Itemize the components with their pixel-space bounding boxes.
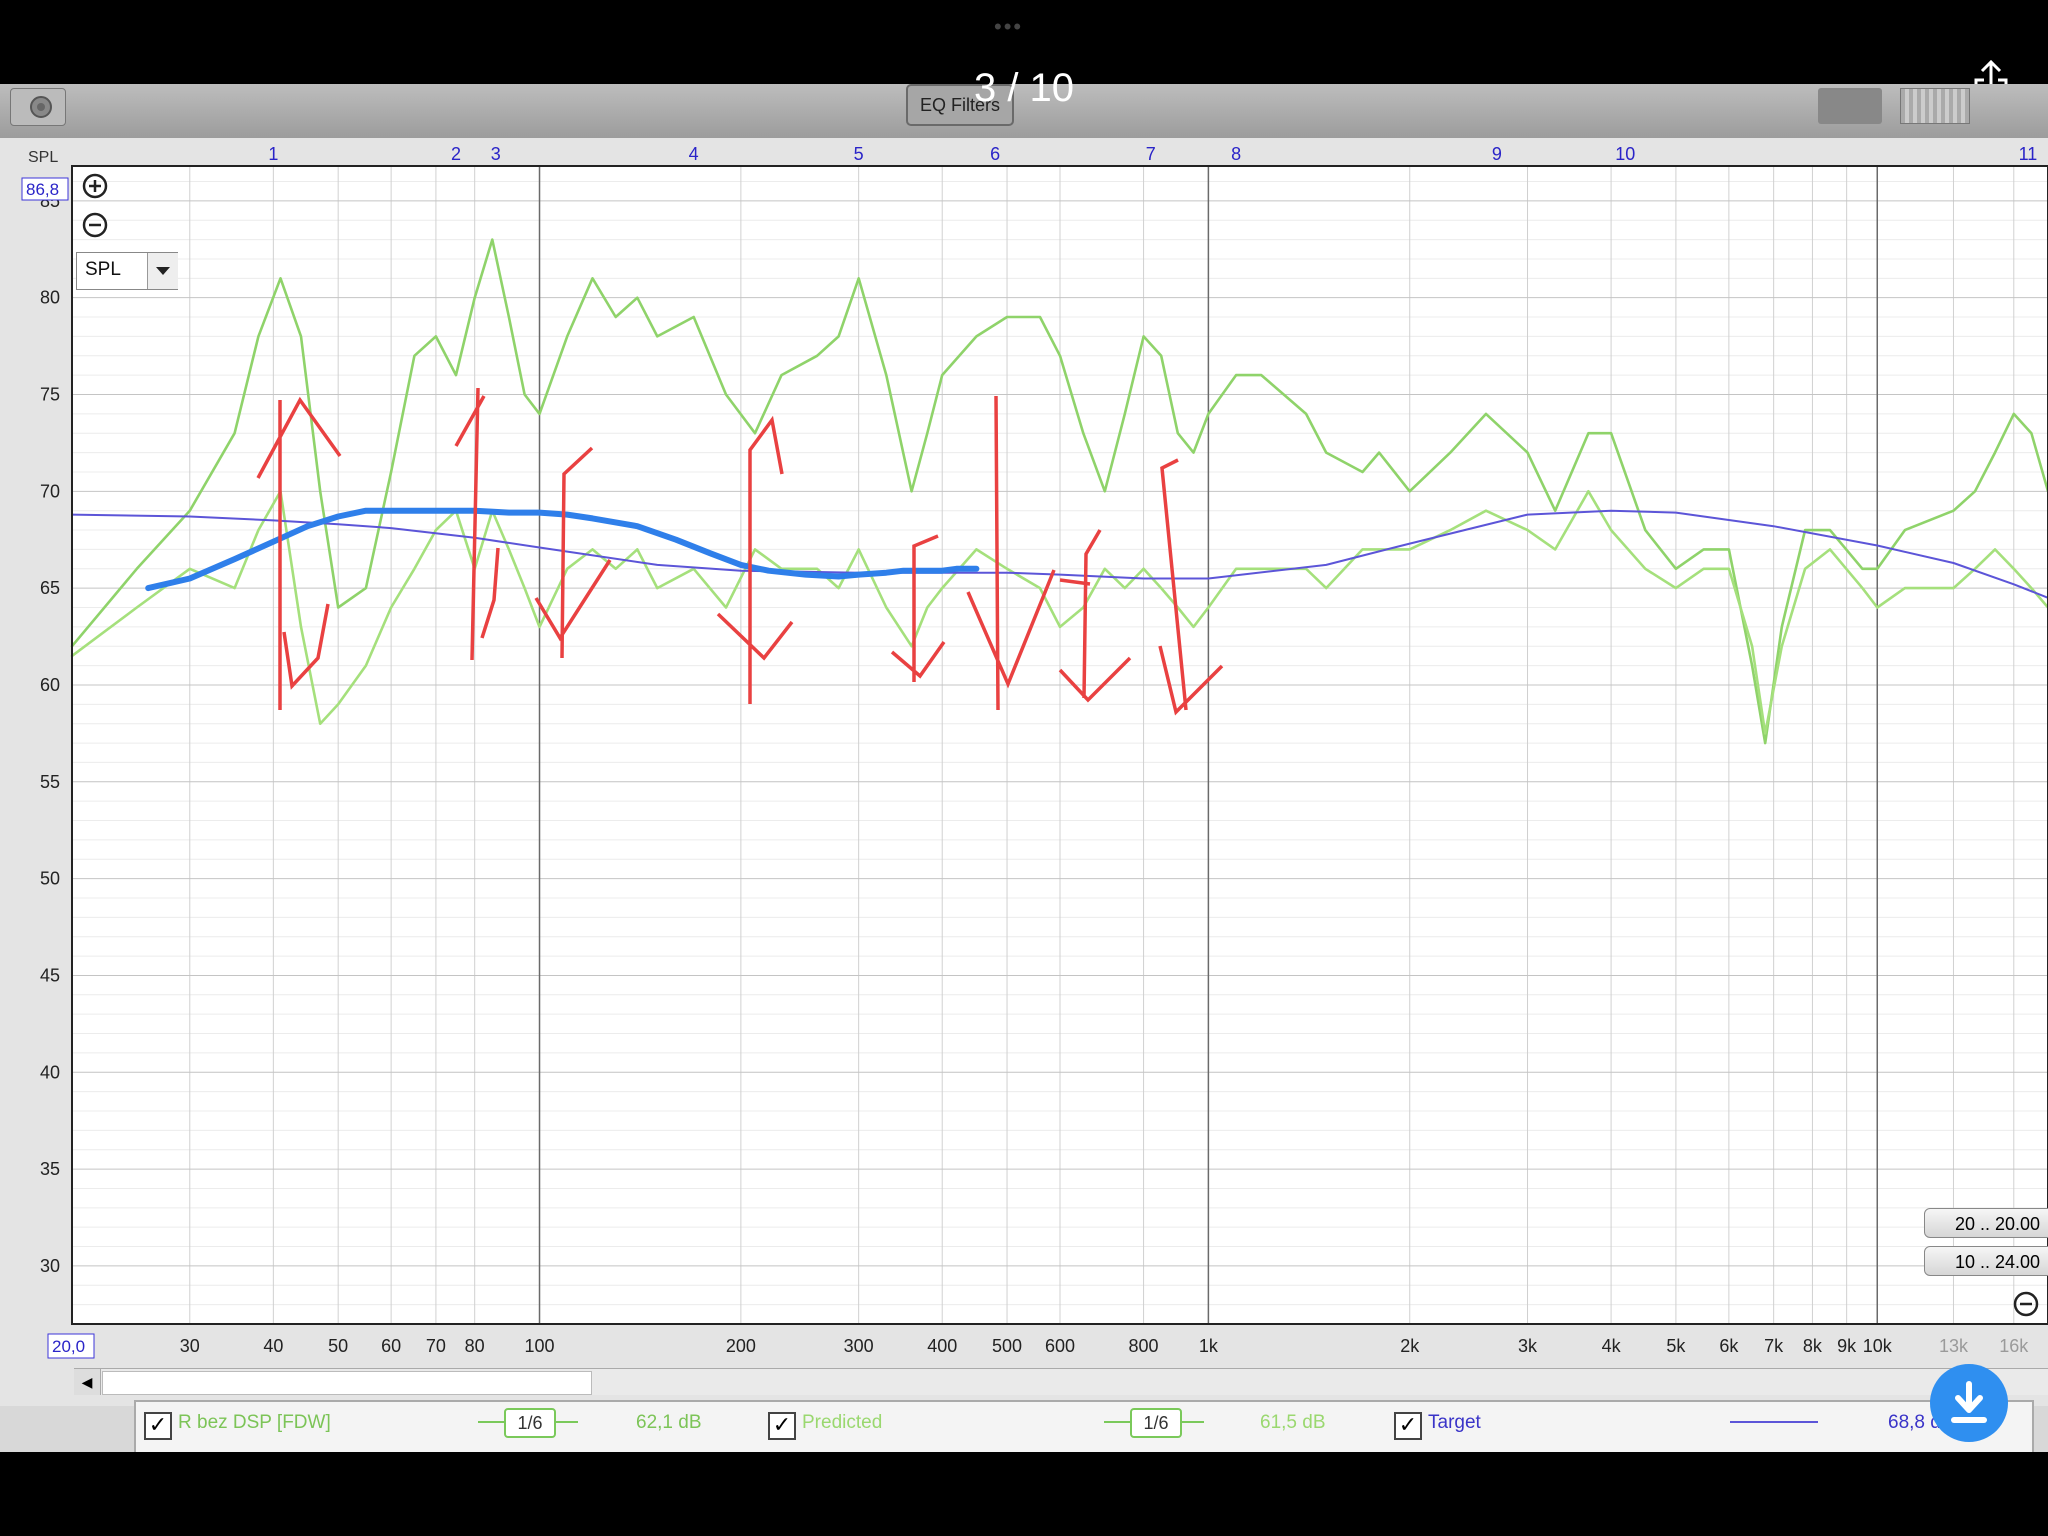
range-button-2[interactable]: 10 .. 24.00 <box>1924 1246 2048 1276</box>
rew-app-window: EQ Filters 85 80 75 70 65 60 55 50 45 40 35 30 30 40 5… <box>0 84 2048 1452</box>
x-tick-label: 4k <box>1602 1336 1622 1356</box>
x-tick-label: 3k <box>1518 1336 1538 1356</box>
x-tick-label: 2k <box>1400 1336 1420 1356</box>
y-tick-label: 35 <box>40 1159 60 1179</box>
legend-name-predicted: Predicted <box>802 1412 883 1433</box>
horizontal-scrollbar[interactable]: ◀ <box>74 1368 2048 1395</box>
y-tick-label: 40 <box>40 1062 60 1082</box>
x-tick-label: 30 <box>180 1336 200 1356</box>
smoothing-badge-predicted[interactable]: 1/6 <box>1130 1408 1182 1438</box>
x-tick-label: 1k <box>1199 1336 1219 1356</box>
layout-toggle-icon[interactable] <box>1818 88 1882 124</box>
y-tick-label: 30 <box>40 1256 60 1276</box>
scroll-thumb[interactable] <box>102 1371 592 1395</box>
grabber-dots: ••• <box>994 14 1024 39</box>
x-tick-label: 40 <box>263 1336 283 1356</box>
band-marker-label: 11 <box>2019 144 2038 164</box>
x-tick-label: 80 <box>465 1336 485 1356</box>
camera-icon[interactable] <box>10 88 66 126</box>
measure-select-value: SPL <box>85 259 121 280</box>
page-counter: 3 / 10 <box>973 66 1075 110</box>
legend-panel: ✓ R bez DSP [FDW] 1/6 62,1 dB ✓ Predicte… <box>134 1400 2034 1452</box>
band-marker-label: 1 <box>268 144 278 164</box>
x-start-value: 20,0 <box>52 1337 85 1356</box>
y-tick-label: 50 <box>40 869 60 889</box>
chevron-down-icon[interactable] <box>147 253 178 289</box>
band-marker-label: 5 <box>854 144 864 164</box>
x-tick-label: 5k <box>1666 1336 1686 1356</box>
band-marker-label: 6 <box>990 144 1000 164</box>
band-marker-label: 8 <box>1231 144 1241 164</box>
download-button[interactable] <box>1930 1364 2008 1442</box>
x-tick-label: 60 <box>381 1336 401 1356</box>
legend-checkbox-target[interactable]: ✓ <box>1394 1412 1422 1440</box>
x-tick-label: 16k <box>1999 1336 2029 1356</box>
y-tick-label: 45 <box>40 965 60 985</box>
x-tick-label: 300 <box>844 1336 874 1356</box>
x-tick-label: 8k <box>1803 1336 1823 1356</box>
legend-checkbox-measurement[interactable]: ✓ <box>144 1412 172 1440</box>
smoothing-badge-measurement[interactable]: 1/6 <box>504 1408 556 1438</box>
band-marker-label: 10 <box>1615 144 1635 164</box>
legend-value-measurement: 62,1 dB <box>636 1412 702 1433</box>
scroll-left-icon[interactable]: ◀ <box>74 1369 101 1395</box>
x-tick-label: 200 <box>726 1336 756 1356</box>
x-tick-label: 400 <box>927 1336 957 1356</box>
y-tick-label: 70 <box>40 481 60 501</box>
x-tick-label: 800 <box>1129 1336 1159 1356</box>
y-tick-label: 75 <box>40 385 60 405</box>
y-tick-label: 55 <box>40 772 60 792</box>
band-marker-label: 7 <box>1146 144 1156 164</box>
x-tick-label: 70 <box>426 1336 446 1356</box>
y-tick-label: 60 <box>40 675 60 695</box>
spl-chart[interactable]: 85807570656055504540353030 40 50 60 70 80 100 2… <box>0 138 2048 1406</box>
range-button-1[interactable]: 20 .. 20.00 <box>1924 1208 2048 1238</box>
legend-line-target <box>1730 1421 1818 1423</box>
y-top-value: 86,8 <box>26 180 59 199</box>
legend-name-target: Target <box>1428 1412 1481 1433</box>
y-axis-title: SPL <box>28 149 58 166</box>
band-marker-label: 4 <box>689 144 699 164</box>
measure-select[interactable]: SPL <box>76 252 178 290</box>
band-marker-label: 2 <box>451 144 461 164</box>
x-tick-label: 100 <box>524 1336 554 1356</box>
y-tick-label: 80 <box>40 288 60 308</box>
legend-name-measurement: R bez DSP [FDW] <box>178 1412 331 1433</box>
x-tick-label: 600 <box>1045 1336 1075 1356</box>
x-tick-label: 6k <box>1719 1336 1739 1356</box>
x-tick-label: 10k <box>1863 1336 1893 1356</box>
legend-checkbox-predicted[interactable]: ✓ <box>768 1412 796 1440</box>
download-icon <box>1951 1381 1987 1423</box>
x-tick-label: 500 <box>992 1336 1022 1356</box>
band-marker-label: 9 <box>1492 144 1502 164</box>
x-tick-label: 9k <box>1837 1336 1857 1356</box>
legend-value-predicted: 61,5 dB <box>1260 1412 1326 1433</box>
controls-toggle-icon[interactable] <box>1900 88 1970 124</box>
y-tick-label: 65 <box>40 578 60 598</box>
x-tick-label: 13k <box>1939 1336 1969 1356</box>
x-tick-label: 7k <box>1764 1336 1784 1356</box>
band-marker-label: 3 <box>491 144 501 164</box>
x-tick-label: 50 <box>328 1336 348 1356</box>
viewer-bottom-bar <box>0 1452 2048 1536</box>
